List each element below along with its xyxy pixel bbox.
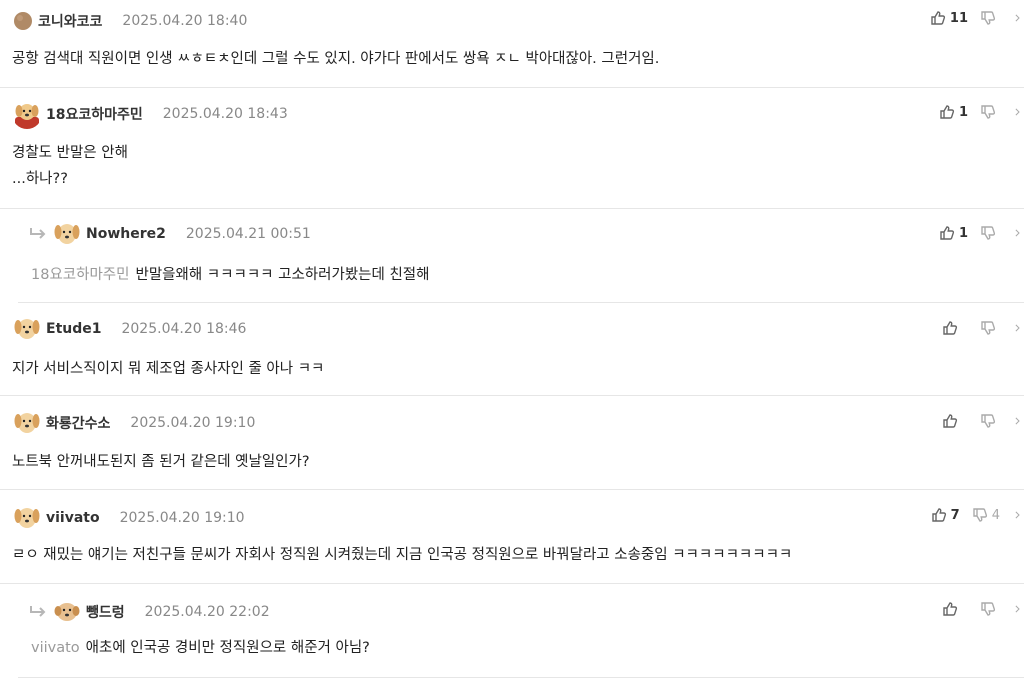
comment-body: 18요코하마주민 반말을왜해 ㅋㅋㅋㅋㅋ 고소하러가봤는데 친절해 xyxy=(31,262,429,288)
more-icon[interactable] xyxy=(1014,10,1024,26)
reply-arrow-icon xyxy=(28,226,50,242)
comment-author[interactable]: 코니와코코 xyxy=(38,11,102,31)
dog-avatar-icon[interactable] xyxy=(12,314,42,344)
reply-comment: 뺑드렁 2025.04.20 22:02 viivato 애초에 인국공 경비만 … xyxy=(18,584,1024,678)
dog-avatar-icon[interactable] xyxy=(12,99,42,129)
dog-avatar-icon[interactable] xyxy=(12,503,42,533)
more-icon[interactable] xyxy=(1014,104,1024,120)
comment-body: 경찰도 반말은 안해 ...하나?? xyxy=(12,140,128,192)
comment-time: 2025.04.20 22:02 xyxy=(144,604,270,620)
thumbs-up-icon[interactable] xyxy=(931,507,947,523)
comment-line: 경찰도 반말은 안해 xyxy=(12,145,128,161)
comment-header: viivato 2025.04.20 19:10 xyxy=(12,507,245,529)
comment-line: ㄹㅇ 재밌는 얘기는 저친구들 문씨가 자회사 정직원 시켜줬는데 지금 인국공… xyxy=(12,547,793,563)
vote-area xyxy=(942,599,1024,619)
comment-author[interactable]: Nowhere2 xyxy=(86,226,166,242)
comment: viivato 2025.04.20 19:10 7 4 ㄹㅇ 재밌는 얘기는 … xyxy=(0,490,1024,584)
comment-text: 애초에 인국공 경비만 정직원으로 해준거 아님? xyxy=(85,640,370,656)
comment: Etude1 2025.04.20 18:46 지가 서비스직이지 뭐 제조업 … xyxy=(0,303,1024,396)
comment-author[interactable]: Etude1 xyxy=(46,321,101,337)
thumbs-down-icon[interactable] xyxy=(980,601,996,617)
comment-time: 2025.04.20 18:40 xyxy=(122,13,248,29)
comment-time: 2025.04.20 18:46 xyxy=(121,321,247,337)
more-icon[interactable] xyxy=(1014,413,1024,429)
comment-header: 화룡간수소 2025.04.20 19:10 xyxy=(12,412,255,434)
comment-header: 코니와코코 2025.04.20 18:40 xyxy=(12,10,247,32)
comment-header: Nowhere2 2025.04.21 00:51 xyxy=(28,223,311,245)
like-count: 7 xyxy=(950,507,960,523)
dislike-count: 4 xyxy=(991,507,1000,523)
comment-line: 공항 검색대 직원이면 인생 ㅆㅎㅌㅊ인데 그럴 수도 있지. 야가다 판에서도… xyxy=(12,51,660,67)
comment-text: 반말을왜해 ㅋㅋㅋㅋㅋ 고소하러가봤는데 친절해 xyxy=(135,267,430,283)
dog-avatar-icon[interactable] xyxy=(12,408,42,438)
thumbs-up-icon[interactable] xyxy=(939,225,955,241)
comment-line: 지가 서비스직이지 뭐 제조업 종사자인 줄 아나 ㅋㅋ xyxy=(12,361,325,377)
comment-author[interactable]: 뺑드렁 xyxy=(86,602,125,622)
comment-author[interactable]: 화룡간수소 xyxy=(46,413,110,433)
dog-avatar-icon[interactable] xyxy=(52,219,82,249)
like-count: 1 xyxy=(958,225,968,241)
round-avatar-icon[interactable] xyxy=(12,10,34,32)
comment-line: 노트북 안꺼내도된지 좀 된거 같은데 옛날일인가? xyxy=(12,454,310,470)
like-count: 11 xyxy=(949,10,968,26)
comment-time: 2025.04.20 19:10 xyxy=(119,510,245,526)
comment-line: 18요코하마주민 반말을왜해 ㅋㅋㅋㅋㅋ 고소하러가봤는데 친절해 xyxy=(31,262,429,288)
comment-time: 2025.04.21 00:51 xyxy=(185,226,311,242)
more-icon[interactable] xyxy=(1014,320,1024,336)
comment-line: ...하나?? xyxy=(12,171,68,187)
vote-area: 1 xyxy=(939,102,1024,122)
more-icon[interactable] xyxy=(1014,225,1024,241)
comment-body: viivato 애초에 인국공 경비만 정직원으로 해준거 아님? xyxy=(31,635,370,661)
more-icon[interactable] xyxy=(1014,507,1024,523)
thumbs-up-icon[interactable] xyxy=(930,10,946,26)
comment-body: ㄹㅇ 재밌는 얘기는 저친구들 문씨가 자회사 정직원 시켜줬는데 지금 인국공… xyxy=(12,542,792,568)
comment: 코니와코코 2025.04.20 18:40 11 공항 검색대 직원이면 인생… xyxy=(0,0,1024,88)
vote-area xyxy=(942,318,1024,338)
comment: 화룡간수소 2025.04.20 19:10 노트북 안꺼내도된지 좀 된거 같… xyxy=(0,396,1024,490)
comment-header: Etude1 2025.04.20 18:46 xyxy=(12,318,246,340)
more-icon[interactable] xyxy=(1014,601,1024,617)
thumbs-up-icon[interactable] xyxy=(942,601,958,617)
comment-body: 노트북 안꺼내도된지 좀 된거 같은데 옛날일인가? xyxy=(12,449,310,475)
thumbs-down-icon[interactable] xyxy=(980,320,996,336)
thumbs-down-icon[interactable] xyxy=(980,104,996,120)
thumbs-up-icon[interactable] xyxy=(939,104,955,120)
comment-author[interactable]: viivato xyxy=(46,510,100,526)
thumbs-up-icon[interactable] xyxy=(942,320,958,336)
comment-line: viivato 애초에 인국공 경비만 정직원으로 해준거 아님? xyxy=(31,635,370,661)
reply-comment: Nowhere2 2025.04.21 00:51 1 18요코하마주민 반말을왜… xyxy=(18,209,1024,303)
vote-area: 1 xyxy=(939,223,1024,243)
comment-body: 공항 검색대 직원이면 인생 ㅆㅎㅌㅊ인데 그럴 수도 있지. 야가다 판에서도… xyxy=(12,46,659,72)
dog-avatar-icon[interactable] xyxy=(52,597,82,627)
comment: 18요코하마주민 2025.04.20 18:43 1 경찰도 반말은 안해 .… xyxy=(0,88,1024,209)
comment-header: 뺑드렁 2025.04.20 22:02 xyxy=(28,601,270,623)
comment-time: 2025.04.20 19:10 xyxy=(130,415,256,431)
vote-area: 7 4 xyxy=(931,505,1024,525)
comment-author[interactable]: 18요코하마주민 xyxy=(46,104,143,124)
thumbs-up-icon[interactable] xyxy=(942,413,958,429)
comment-time: 2025.04.20 18:43 xyxy=(162,106,288,122)
mention-link[interactable]: viivato xyxy=(31,640,80,656)
comment-header: 18요코하마주민 2025.04.20 18:43 xyxy=(12,103,288,129)
like-count: 1 xyxy=(958,104,968,120)
vote-area xyxy=(942,411,1024,431)
reply-arrow-icon xyxy=(28,604,50,620)
thumbs-down-icon[interactable] xyxy=(980,413,996,429)
thumbs-down-icon[interactable] xyxy=(972,507,988,523)
vote-area: 11 xyxy=(930,8,1024,28)
comment-body: 지가 서비스직이지 뭐 제조업 종사자인 줄 아나 ㅋㅋ xyxy=(12,356,324,382)
thumbs-down-icon[interactable] xyxy=(980,10,996,26)
mention-link[interactable]: 18요코하마주민 xyxy=(31,267,130,283)
thumbs-down-icon[interactable] xyxy=(980,225,996,241)
